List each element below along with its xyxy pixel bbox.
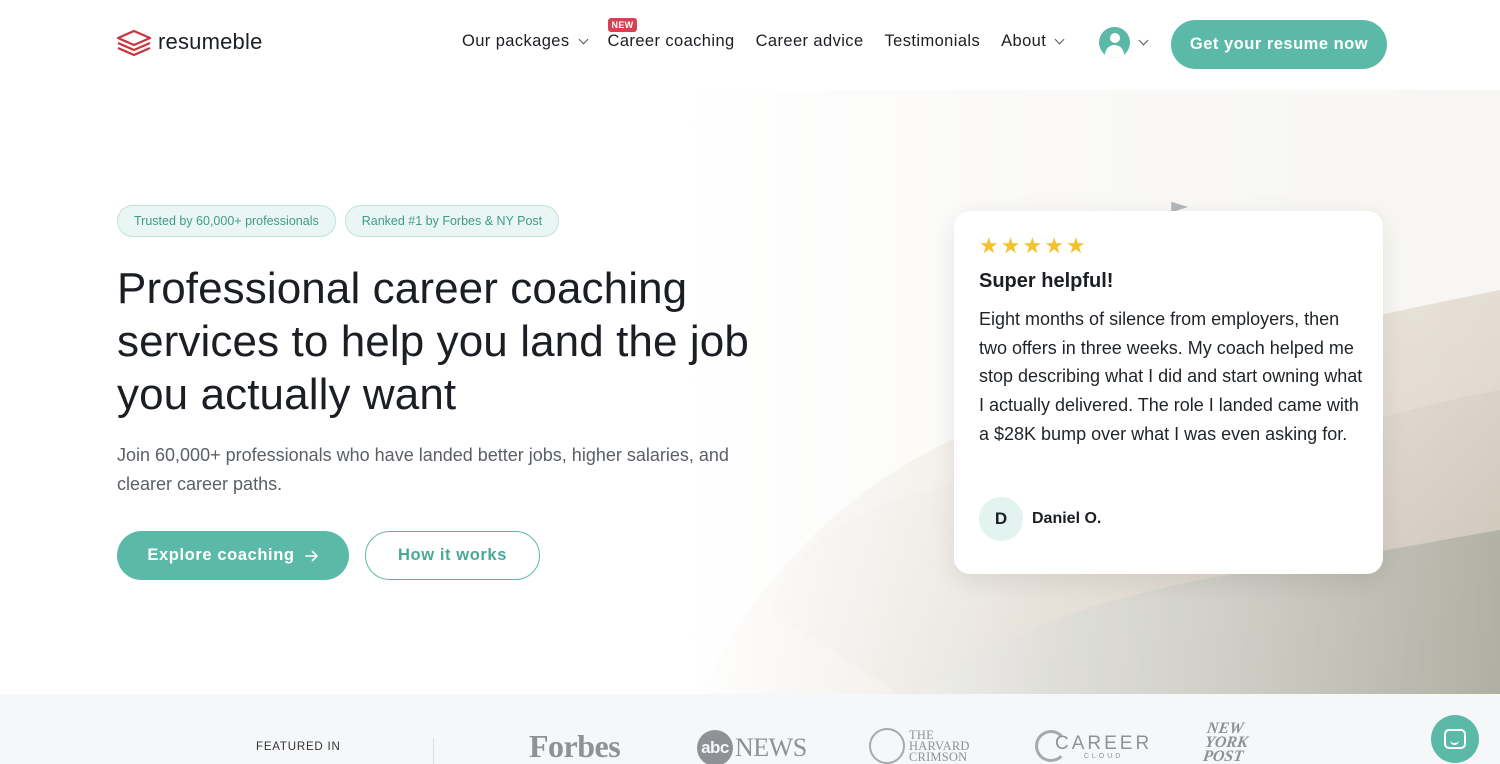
- harvard-crimson-text: THE HARVARD CRIMSON: [909, 728, 970, 764]
- ranking-badge: Ranked #1 by Forbes & NY Post: [344, 205, 560, 237]
- hero-subtitle: Join 60,000+ professionals who have land…: [117, 445, 729, 494]
- seal-icon: [869, 728, 905, 764]
- nav-item-our-packages[interactable]: Our packages: [462, 32, 588, 51]
- reviewer-name: Daniel O.: [1032, 510, 1102, 527]
- career-cloud-text: CAREER CLOUD: [1055, 733, 1152, 760]
- review-text: Eight months of silence from employers, …: [979, 309, 1363, 444]
- nav-item-label: About: [1001, 32, 1047, 50]
- account-menu[interactable]: [1099, 27, 1149, 58]
- nav-item-about[interactable]: About: [1001, 32, 1065, 51]
- chat-button[interactable]: [1431, 715, 1479, 763]
- top-navigation: resumeble Our packages NEW Career coachi…: [0, 0, 1500, 90]
- nav-item-label: Career advice: [755, 32, 864, 50]
- chevron-down-icon: [1138, 35, 1149, 46]
- logo-icon: [116, 29, 152, 56]
- divider: [433, 738, 434, 764]
- chat-icon: [1444, 729, 1466, 749]
- abc-circle: abc: [697, 730, 733, 764]
- nav-item-label: Our packages: [462, 32, 570, 50]
- star-icon: ★: [1065, 233, 1086, 258]
- harvard-crimson-logo: THE HARVARD CRIMSON: [869, 728, 970, 764]
- nav-item-career-coaching[interactable]: NEW Career coaching: [607, 18, 735, 51]
- nav-item-career-advice[interactable]: Career advice: [756, 32, 864, 51]
- button-label: Explore coaching: [147, 546, 295, 564]
- trust-pills: Trusted by 60,000+ professionals Ranked …: [117, 205, 560, 237]
- how-it-works-button[interactable]: How it works: [365, 531, 540, 580]
- review-title: Super helpful!: [979, 270, 1114, 292]
- hero-title: Professional career coaching services to…: [117, 264, 749, 419]
- star-icon: ★: [1044, 233, 1064, 258]
- star-rating: ★ ★ ★ ★ ★: [979, 235, 1086, 257]
- testimonial-card: ★ ★ ★ ★ ★ Super helpful! Eight months of…: [954, 211, 1383, 574]
- main-menu: Our packages NEW Career coaching Career …: [462, 18, 1065, 51]
- career-cloud-logo: CAREER CLOUD: [1035, 730, 1152, 762]
- get-resume-button[interactable]: Get your resume now: [1171, 20, 1387, 69]
- nav-item-label: Testimonials: [884, 32, 981, 50]
- user-icon: [1099, 27, 1130, 58]
- featured-in-bar: FEATURED IN Forbes abc NEWS THE HARVARD …: [0, 694, 1500, 764]
- star-icon: ★: [1022, 233, 1043, 258]
- new-badge: NEW: [607, 18, 638, 32]
- career-cloud-sub: CLOUD: [1083, 752, 1124, 760]
- harvard-line: CRIMSON: [909, 749, 968, 764]
- abc-news-logo: abc NEWS: [697, 730, 807, 764]
- brand-logo[interactable]: resumeble: [116, 28, 263, 56]
- career-cloud-main: CAREER: [1055, 732, 1153, 754]
- reviewer: D Daniel O.: [979, 497, 1101, 541]
- chevron-down-icon: [1054, 34, 1065, 45]
- nav-item-label: Career coaching: [607, 32, 735, 50]
- explore-coaching-button[interactable]: Explore coaching: [117, 531, 349, 580]
- forbes-logo: Forbes: [529, 728, 621, 764]
- trust-badge: Trusted by 60,000+ professionals: [117, 205, 336, 237]
- ny-post-logo: NEW YORK POST: [1201, 720, 1251, 764]
- abc-news-text: NEWS: [735, 733, 807, 762]
- arrow-right-icon: [304, 550, 318, 561]
- brand-name: resumeble: [158, 29, 263, 54]
- avatar: D: [979, 497, 1023, 541]
- chevron-down-icon: [578, 34, 588, 45]
- star-icon: ★: [1000, 233, 1021, 258]
- featured-label: FEATURED IN: [256, 741, 341, 753]
- star-icon: ★: [979, 233, 999, 258]
- ny-post-line: POST: [1201, 748, 1245, 764]
- nav-item-testimonials[interactable]: Testimonials: [885, 32, 981, 51]
